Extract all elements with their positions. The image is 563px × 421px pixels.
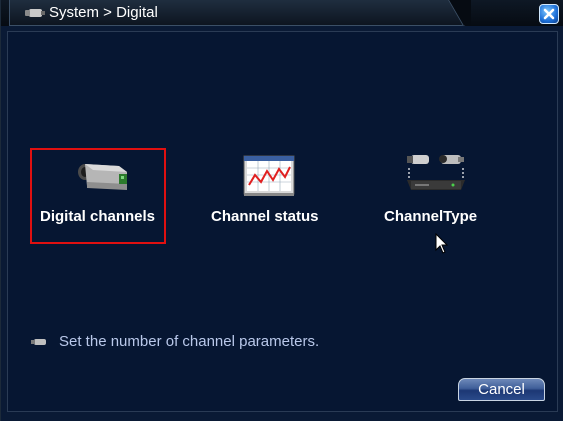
ip-camera-icon[interactable] [75, 160, 133, 196]
cancel-button[interactable]: Cancel [458, 378, 545, 401]
close-button[interactable] [539, 4, 559, 24]
hint-text: Set the number of channel parameters. [59, 333, 320, 350]
window-title: System > Digital [49, 4, 158, 21]
status-chart-icon[interactable] [243, 155, 295, 197]
item-label-digital-channels: Digital channels [40, 208, 156, 225]
item-label-channel-status: Channel status [211, 208, 319, 225]
item-label-channel-type: ChannelType [384, 208, 478, 225]
camera-dvr-icon[interactable] [405, 150, 467, 200]
title-bar: System > Digital [1, 0, 563, 26]
info-camera-icon [31, 339, 46, 345]
camera-icon [25, 9, 45, 17]
mouse-cursor-icon [435, 233, 449, 254]
system-digital-window: System > Digital Digital channels Channe… [0, 0, 563, 421]
close-icon [543, 8, 555, 20]
